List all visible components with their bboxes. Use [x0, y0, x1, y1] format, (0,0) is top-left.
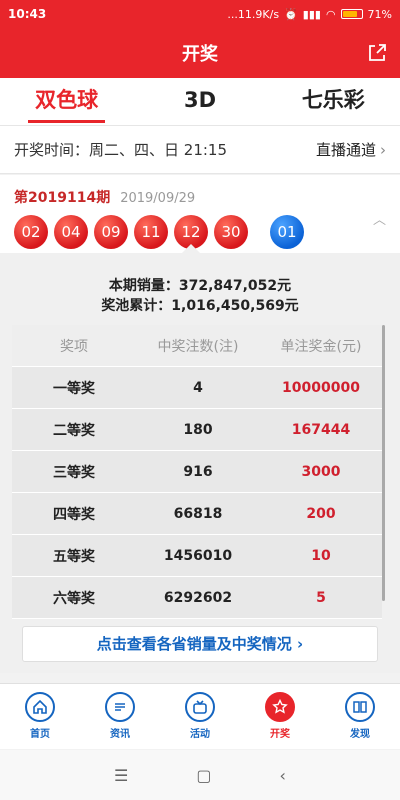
red-ball: 11	[134, 215, 168, 249]
system-nav-bar: ☰ ▢ ‹	[0, 750, 400, 800]
winner-count: 4	[193, 379, 203, 396]
prize-amount: 200	[306, 505, 336, 522]
nav-home[interactable]: 首页	[0, 684, 80, 749]
winner-count: 6292602	[163, 589, 233, 606]
schedule-text: 开奖时间：周二、四、日 21:15	[14, 141, 227, 159]
table-header: 奖项 中奖注数(注) 单注奖金(元)	[12, 325, 382, 367]
live-channel-link[interactable]: 直播通道 ›	[316, 139, 386, 160]
header-prize-amount: 单注奖金(元)	[280, 338, 362, 355]
nav-label: 首页	[30, 729, 50, 740]
winner-count: 916	[183, 463, 213, 480]
battery-percent: 71%	[367, 7, 392, 21]
prize-amount: 10	[311, 547, 331, 564]
table-scrollbar[interactable]	[382, 325, 385, 601]
table-row: 三等奖 916 3000	[12, 451, 382, 493]
lottery-tabs: 双色球 3D 七乐彩	[0, 78, 400, 126]
red-ball: 04	[54, 215, 88, 249]
winner-count: 66818	[173, 505, 223, 522]
nav-label: 活动	[190, 729, 210, 740]
home-icon	[25, 692, 55, 722]
winning-numbers: 02 04 09 11 12 30 01	[14, 215, 304, 249]
menu-icon[interactable]: ☰	[114, 766, 128, 785]
nav-label: 资讯	[110, 729, 130, 740]
prize-level: 三等奖	[53, 464, 95, 481]
red-ball: 30	[214, 215, 248, 249]
prize-amount: 3000	[301, 463, 341, 480]
prize-level: 四等奖	[53, 506, 95, 523]
sales-volume: 本期销量：372,847,052元	[108, 278, 292, 294]
title-bar: 开奖	[0, 28, 400, 78]
home-button-icon[interactable]: ▢	[196, 766, 211, 785]
signal-icon: ▮▮▮	[302, 7, 321, 21]
header-prize-level: 奖项	[60, 338, 88, 355]
prize-level: 一等奖	[53, 380, 95, 397]
header-winner-count: 中奖注数(注)	[157, 338, 239, 355]
nav-label: 发现	[350, 729, 370, 740]
blue-ball: 01	[270, 215, 304, 249]
prize-level: 二等奖	[53, 422, 95, 439]
prize-pool: 奖池累计：1,016,450,569元	[101, 298, 299, 314]
table-row: 五等奖 1456010 10	[12, 535, 382, 577]
province-details-label: 点击查看各省销量及中奖情况	[96, 635, 292, 653]
table-row: 四等奖 66818 200	[12, 493, 382, 535]
back-icon[interactable]: ‹	[280, 766, 286, 785]
table-row: 一等奖 4 10000000	[12, 367, 382, 409]
winner-count: 1456010	[163, 547, 233, 564]
book-icon	[345, 692, 375, 722]
chevron-right-icon: ›	[297, 635, 304, 653]
prize-amount: 10000000	[282, 379, 360, 396]
draw-date: 2019/09/29	[120, 191, 196, 206]
tab-3d[interactable]: 3D	[133, 78, 266, 125]
table-row: 六等奖 6292602 5	[12, 577, 382, 619]
bottom-nav: 首页 资讯 活动 开奖 发现	[0, 683, 400, 749]
nav-label: 开奖	[270, 729, 290, 740]
status-time: 10:43	[8, 7, 47, 21]
prize-level: 六等奖	[53, 590, 95, 607]
draw-card[interactable]: 第2019114期 2019/09/29 ︿ 02 04 09 11 12 30 …	[0, 175, 400, 253]
prize-table: 奖项 中奖注数(注) 单注奖金(元) 一等奖 4 10000000 二等奖 18…	[12, 325, 382, 619]
status-bar: 10:43 ...11.9K/s ⏰ ▮▮▮ ◠ 71%	[0, 0, 400, 28]
tab-shuangseqiu[interactable]: 双色球	[0, 78, 133, 125]
prize-amount: 167444	[291, 421, 351, 438]
battery-icon	[340, 9, 363, 19]
draw-schedule: 开奖时间：周二、四、日 21:15 直播通道 ›	[0, 126, 400, 174]
draw-issue: 第2019114期	[14, 190, 111, 206]
activity-icon	[185, 692, 215, 722]
live-channel-label: 直播通道	[315, 141, 376, 159]
chevron-up-icon[interactable]: ︿	[373, 209, 386, 228]
nav-news[interactable]: 资讯	[80, 684, 160, 749]
detail-pointer	[182, 244, 200, 253]
page-title: 开奖	[182, 44, 218, 65]
alarm-icon: ⏰	[284, 7, 298, 21]
share-icon[interactable]	[366, 42, 388, 64]
network-speed: ...11.9K/s	[227, 7, 280, 21]
draw-header: 第2019114期 2019/09/29	[14, 187, 195, 207]
red-ball: 02	[14, 215, 48, 249]
tab-qilecai[interactable]: 七乐彩	[267, 78, 400, 125]
wifi-icon: ◠	[325, 7, 336, 21]
red-ball: 09	[94, 215, 128, 249]
draw-detail: 本期销量：372,847,052元 奖池累计：1,016,450,569元 奖项…	[0, 253, 400, 673]
nav-draw-results[interactable]: 开奖	[240, 684, 320, 749]
news-icon	[105, 692, 135, 722]
chevron-right-icon: ›	[380, 141, 386, 159]
nav-discover[interactable]: 发现	[320, 684, 400, 749]
status-right: ...11.9K/s ⏰ ▮▮▮ ◠ 71%	[227, 8, 392, 21]
table-row: 二等奖 180 167444	[12, 409, 382, 451]
prize-amount: 5	[316, 589, 326, 606]
star-icon	[265, 692, 295, 722]
nav-activity[interactable]: 活动	[160, 684, 240, 749]
prize-level: 五等奖	[53, 548, 95, 565]
province-details-button[interactable]: 点击查看各省销量及中奖情况 ›	[22, 626, 378, 662]
winner-count: 180	[183, 421, 213, 438]
